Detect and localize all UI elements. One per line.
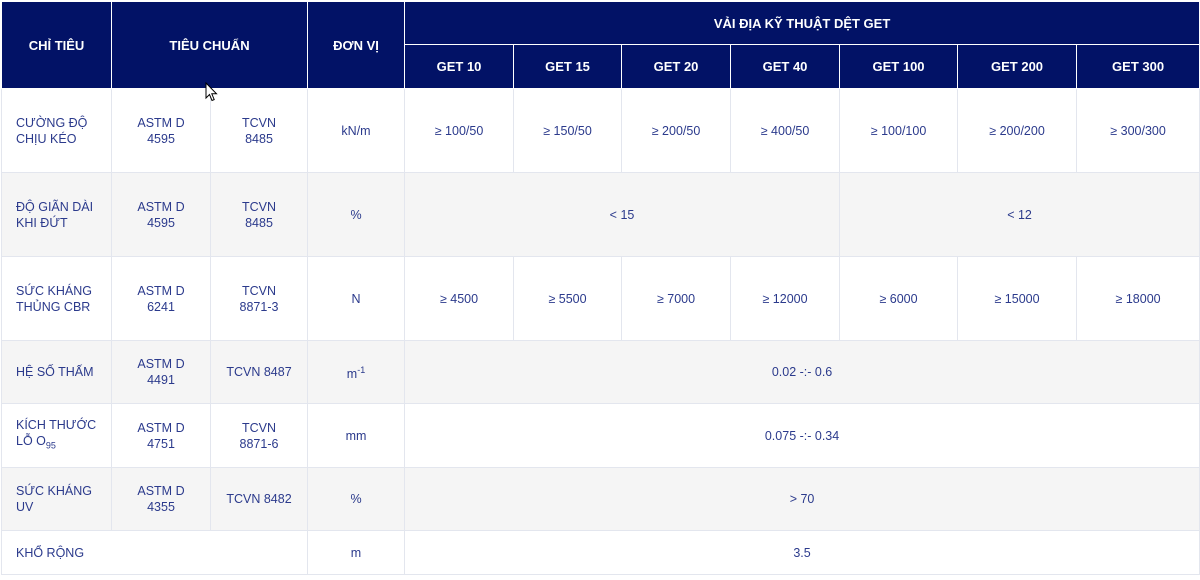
- value-cell: ≥ 150/50: [513, 88, 623, 173]
- value-cell: 0.02 -:- 0.6: [404, 340, 1200, 404]
- table-row: ĐỘ GIÃN DÀI KHI ĐỨT ASTM D 4595 TCVN 8485 %…: [1, 172, 1200, 257]
- header-tieu-chuan: TIÊU CHUẨN: [110, 1, 309, 89]
- unit-cell: mm: [307, 403, 406, 468]
- table-row: KÍCH THƯỚC LỖ O95 ASTM D 4751 TCVN 8871-6 m…: [1, 403, 1200, 468]
- value-cell: ≥ 300/300: [1076, 88, 1200, 173]
- value-cell: ≥ 4500: [404, 256, 515, 341]
- table-row: SỨC KHÁNG UV ASTM D 4355 TCVN 8482 % > 70: [1, 467, 1200, 531]
- value-cell: ≥ 18000: [1076, 256, 1200, 341]
- astm-standard: ASTM D 6241: [111, 256, 211, 341]
- value-cell: > 70: [404, 467, 1200, 531]
- value-cell: ≥ 15000: [957, 256, 1078, 341]
- table-row: SỨC KHÁNG THỦNG CBR ASTM D 6241 TCVN 8871-3…: [1, 256, 1200, 341]
- unit-cell: %: [307, 172, 406, 257]
- header-product: GET 10: [404, 44, 515, 89]
- header-chi-tieu: CHỈ TIÊU: [1, 1, 112, 89]
- row-label: HỆ SỐ THẤM: [1, 340, 112, 404]
- unit-cell: N: [307, 256, 406, 341]
- astm-standard: ASTM D 4491: [111, 340, 211, 404]
- table-row: KHỔ RỘNG m 3.5: [0, 530, 1200, 575]
- row-label: KÍCH THƯỚC LỖ O95: [1, 403, 112, 468]
- unit-cell: %: [307, 467, 406, 531]
- row-label: KHỔ RỘNG: [0, 530, 309, 575]
- unit-cell: m: [307, 530, 406, 575]
- tcvn-standard: TCVN 8482: [209, 467, 309, 531]
- header-product-group: VẢI ĐỊA KỸ THUẬT DỆT GET: [404, 1, 1200, 45]
- value-cell: < 15: [404, 172, 841, 257]
- value-cell: ≥ 400/50: [730, 88, 841, 173]
- row-label: SỨC KHÁNG THỦNG CBR: [1, 256, 112, 341]
- value-cell: 0.075 -:- 0.34: [404, 403, 1200, 468]
- value-cell: 3.5: [404, 530, 1200, 575]
- tcvn-standard: TCVN 8487: [209, 340, 309, 404]
- header-product: GET 20: [621, 44, 732, 89]
- tcvn-standard: TCVN 8485: [209, 172, 309, 257]
- mouse-pointer-icon: [205, 82, 218, 102]
- value-cell: ≥ 6000: [839, 256, 959, 341]
- value-cell: ≥ 7000: [621, 256, 732, 341]
- header-product: GET 40: [730, 44, 841, 89]
- tcvn-standard: TCVN 8485: [209, 88, 309, 173]
- value-cell: < 12: [839, 172, 1200, 257]
- table-row: HỆ SỐ THẤM ASTM D 4491 TCVN 8487 m-1 0.02…: [1, 340, 1200, 404]
- astm-standard: ASTM D 4355: [111, 467, 211, 531]
- header-product: GET 15: [513, 44, 623, 89]
- header-product: GET 100: [839, 44, 959, 89]
- header-product: GET 300: [1076, 44, 1200, 89]
- header-product: GET 200: [957, 44, 1078, 89]
- value-cell: ≥ 200/200: [957, 88, 1078, 173]
- value-cell: ≥ 5500: [513, 256, 623, 341]
- tcvn-standard: TCVN 8871-3: [209, 256, 309, 341]
- value-cell: ≥ 200/50: [621, 88, 732, 173]
- table-row: CƯỜNG ĐỘ CHỊU KÉO ASTM D 4595 TCVN 8485 kN/…: [1, 88, 1200, 173]
- row-label: SỨC KHÁNG UV: [1, 467, 112, 531]
- tcvn-standard: TCVN 8871-6: [209, 403, 309, 468]
- row-label: ĐỘ GIÃN DÀI KHI ĐỨT: [1, 172, 112, 257]
- unit-cell: kN/m: [307, 88, 406, 173]
- value-cell: ≥ 100/100: [839, 88, 959, 173]
- spec-table: CHỈ TIÊU TIÊU CHUẨN ĐƠN VỊ VẢI ĐỊA KỸ TH…: [0, 1, 1200, 575]
- value-cell: ≥ 100/50: [404, 88, 515, 173]
- header-don-vi: ĐƠN VỊ: [307, 1, 406, 89]
- row-label: CƯỜNG ĐỘ CHỊU KÉO: [1, 88, 112, 173]
- unit-cell: m-1: [307, 340, 406, 404]
- astm-standard: ASTM D 4595: [111, 88, 211, 173]
- value-cell: ≥ 12000: [730, 256, 841, 341]
- astm-standard: ASTM D 4751: [111, 403, 211, 468]
- astm-standard: ASTM D 4595: [111, 172, 211, 257]
